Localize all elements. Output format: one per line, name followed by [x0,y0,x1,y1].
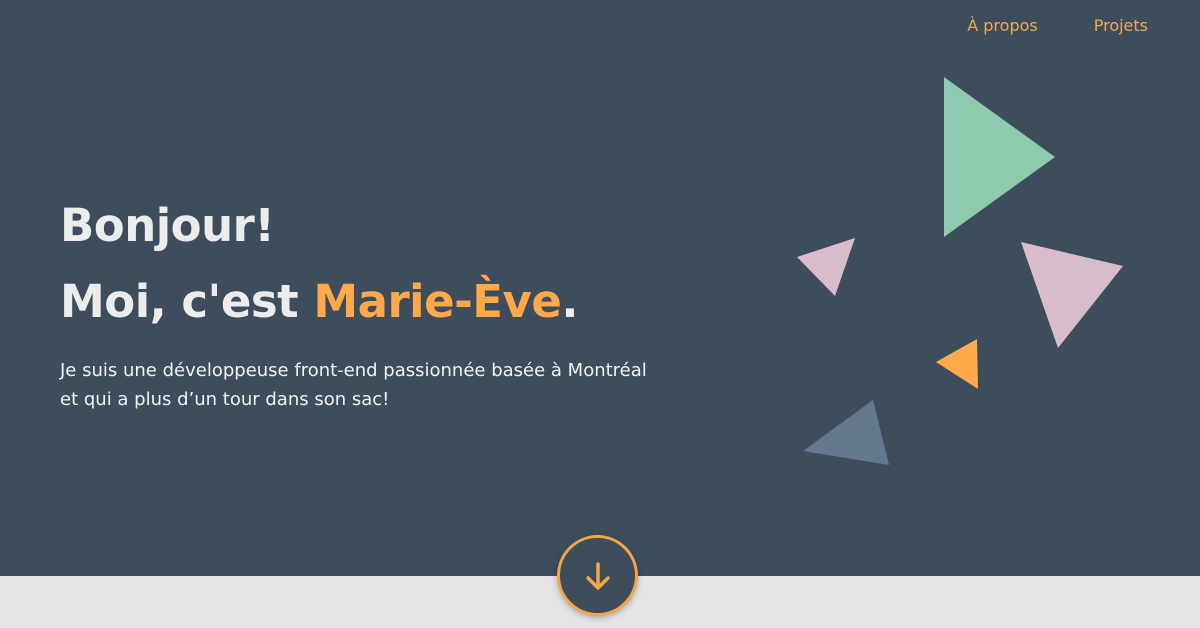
pink-triangle-large [1021,242,1123,348]
arrow-down-icon [585,561,610,590]
decorative-triangles [797,77,1123,465]
slate-triangle [803,400,889,465]
green-triangle [944,77,1055,237]
orange-triangle [936,339,978,389]
scroll-down-button[interactable] [557,535,638,616]
pink-triangle-small [797,238,855,296]
